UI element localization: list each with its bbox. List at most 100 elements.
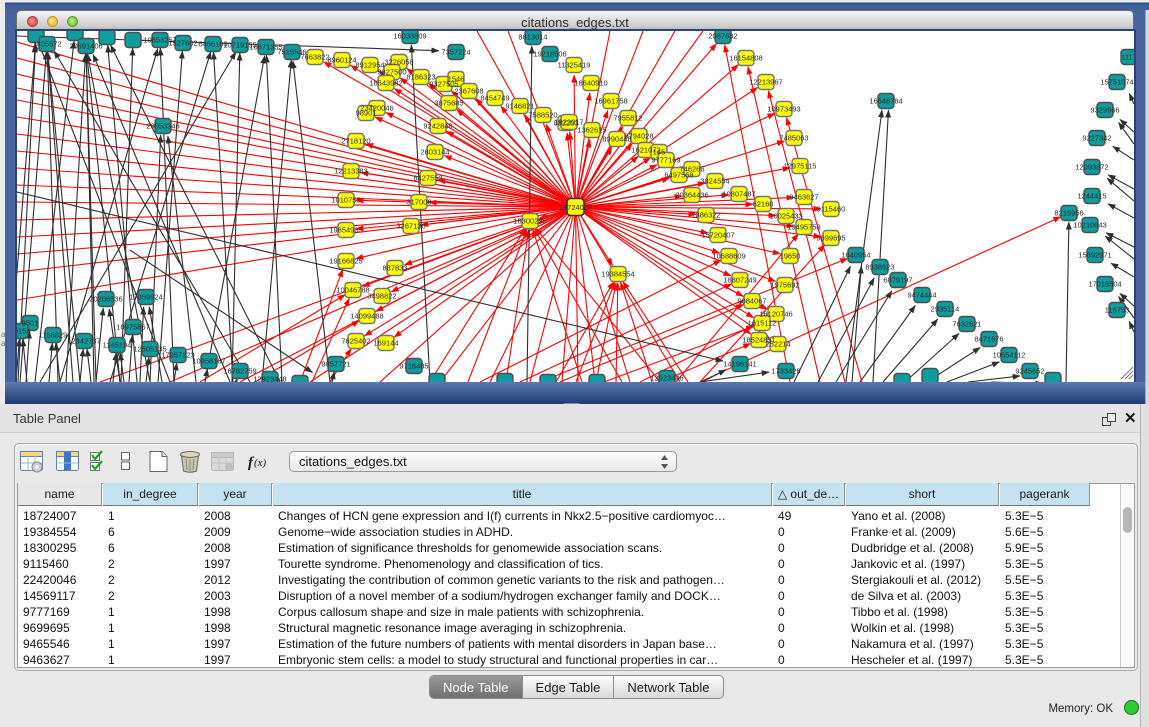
svg-text:1145194: 1145194 — [103, 341, 132, 350]
svg-text:16154808: 16154808 — [729, 54, 762, 63]
svg-text:12093872: 12093872 — [1075, 163, 1108, 172]
svg-text:7955812: 7955812 — [613, 114, 642, 123]
svg-text:15720407: 15720407 — [701, 231, 734, 240]
svg-text:1546: 1546 — [448, 75, 465, 84]
svg-text:8813014: 8813014 — [518, 33, 547, 42]
svg-text:7625402: 7625402 — [341, 337, 370, 346]
svg-text:8427552: 8427552 — [413, 174, 442, 183]
svg-text:10046788: 10046788 — [336, 286, 369, 295]
svg-text:1640954: 1640954 — [841, 251, 870, 260]
svg-text:16782759: 16782759 — [223, 367, 256, 376]
svg-text:1975692: 1975692 — [770, 281, 799, 290]
svg-text:8990448: 8990448 — [602, 135, 631, 144]
svg-text:15751074: 15751074 — [1100, 78, 1133, 87]
svg-text:10975867: 10975867 — [116, 323, 149, 332]
svg-text:8960124: 8960124 — [327, 56, 356, 65]
svg-text:9463627: 9463627 — [789, 193, 818, 202]
svg-text:3226058: 3226058 — [384, 58, 413, 67]
svg-text:20691406: 20691406 — [69, 42, 102, 51]
svg-text:8938923: 8938923 — [865, 263, 894, 272]
svg-text:9242848: 9242848 — [423, 122, 452, 131]
svg-text:1527602: 1527602 — [168, 39, 197, 48]
svg-text:1615112: 1615112 — [748, 319, 777, 328]
svg-text:12213967: 12213967 — [749, 78, 782, 87]
svg-text:2087682: 2087682 — [708, 32, 737, 41]
svg-text:10973493: 10973493 — [767, 105, 800, 114]
svg-text:116753: 116753 — [1105, 306, 1129, 315]
svg-text:9777169: 9777169 — [651, 156, 680, 165]
svg-text:1244415: 1244415 — [1077, 192, 1106, 201]
svg-text:9227342: 9227342 — [1082, 134, 1111, 143]
svg-text:16648784: 16648784 — [869, 97, 902, 106]
svg-text:169144: 169144 — [373, 339, 398, 348]
svg-text:9716485: 9716485 — [399, 362, 428, 371]
svg-text:18724007: 18724007 — [559, 203, 592, 212]
svg-text:9699695: 9699695 — [816, 234, 845, 243]
svg-text:10210643: 10210643 — [1073, 221, 1106, 230]
svg-text:20206536: 20206536 — [89, 295, 122, 304]
svg-text:19166825: 19166825 — [329, 257, 362, 266]
svg-text:12213383: 12213383 — [334, 167, 367, 176]
svg-text:9857721: 9857721 — [321, 360, 350, 369]
svg-text:98901: 98901 — [356, 109, 377, 118]
svg-text:6879197: 6879197 — [883, 276, 912, 285]
svg-text:18640910: 18640910 — [574, 79, 607, 88]
svg-text:10807487: 10807487 — [722, 190, 755, 199]
svg-text:62160: 62160 — [753, 200, 774, 209]
svg-text:18807249: 18807249 — [723, 276, 756, 285]
svg-text:39154: 39154 — [17, 327, 30, 336]
svg-text:3875685: 3875685 — [434, 99, 463, 108]
svg-text:14196141: 14196141 — [723, 360, 756, 369]
svg-text:746266: 746266 — [679, 165, 704, 174]
svg-text:17359924: 17359924 — [129, 293, 162, 302]
svg-text:9115460: 9115460 — [817, 205, 846, 214]
svg-text:2935114: 2935114 — [931, 305, 960, 314]
svg-text:7632621: 7632621 — [952, 320, 981, 329]
svg-text:(x): (x) — [254, 457, 267, 469]
svg-text:1117: 1117 — [1121, 53, 1134, 62]
svg-text:317006: 317006 — [406, 198, 431, 207]
svg-text:7886322: 7886322 — [691, 211, 720, 220]
svg-text:12942737: 12942737 — [67, 337, 100, 346]
svg-text:12923448: 12923448 — [253, 375, 286, 383]
svg-text:16543982: 16543982 — [369, 79, 402, 88]
svg-text:10654112: 10654112 — [993, 351, 1026, 360]
svg-text:19650: 19650 — [780, 252, 801, 261]
svg-text:3824554: 3824554 — [700, 177, 729, 186]
svg-text:8471676: 8471676 — [974, 335, 1003, 344]
svg-text:3498822: 3498822 — [367, 292, 396, 301]
svg-text:19654985: 19654985 — [329, 226, 362, 235]
svg-text:2803144: 2803144 — [420, 148, 449, 157]
svg-text:14099488: 14099488 — [350, 312, 383, 321]
svg-text:3267130: 3267130 — [396, 222, 425, 231]
svg-text:12975115: 12975115 — [784, 162, 817, 171]
svg-text:19495758: 19495758 — [787, 223, 820, 232]
svg-text:2367608: 2367608 — [454, 87, 483, 96]
svg-text:16120746: 16120746 — [759, 310, 792, 319]
svg-text:17957223: 17957223 — [161, 351, 194, 360]
svg-text:887833: 887833 — [382, 264, 407, 273]
svg-text:9084067: 9084067 — [737, 297, 766, 306]
svg-text:7357224: 7357224 — [441, 48, 470, 57]
svg-text:12923446: 12923446 — [650, 374, 683, 383]
svg-text:16033809: 16033809 — [393, 32, 426, 41]
svg-text:29053346: 29053346 — [146, 122, 179, 131]
svg-text:10958107: 10958107 — [192, 357, 225, 366]
svg-text:18300295: 18300295 — [513, 217, 546, 226]
svg-text:7663822: 7663822 — [300, 53, 329, 62]
svg-text:10688609: 10688609 — [712, 252, 745, 261]
svg-text:1010755: 1010755 — [331, 196, 360, 205]
svg-text:2718120: 2718120 — [341, 137, 370, 146]
svg-text:1362615: 1362615 — [577, 126, 606, 135]
svg-text:1405572: 1405572 — [32, 40, 61, 49]
svg-text:19218506: 19218506 — [533, 50, 566, 59]
svg-text:15692971: 15692971 — [1078, 251, 1111, 260]
svg-text:9245652: 9245652 — [1015, 367, 1044, 376]
svg-text:9146821: 9146821 — [505, 102, 534, 111]
svg-text:17016504: 17016504 — [1088, 280, 1121, 289]
svg-text:7485063: 7485063 — [779, 134, 808, 143]
svg-text:1733426: 1733426 — [771, 367, 800, 376]
svg-text:19384554: 19384554 — [601, 270, 634, 279]
svg-text:8215956: 8215956 — [1054, 209, 1083, 218]
svg-text:1822017: 1822017 — [554, 118, 583, 127]
